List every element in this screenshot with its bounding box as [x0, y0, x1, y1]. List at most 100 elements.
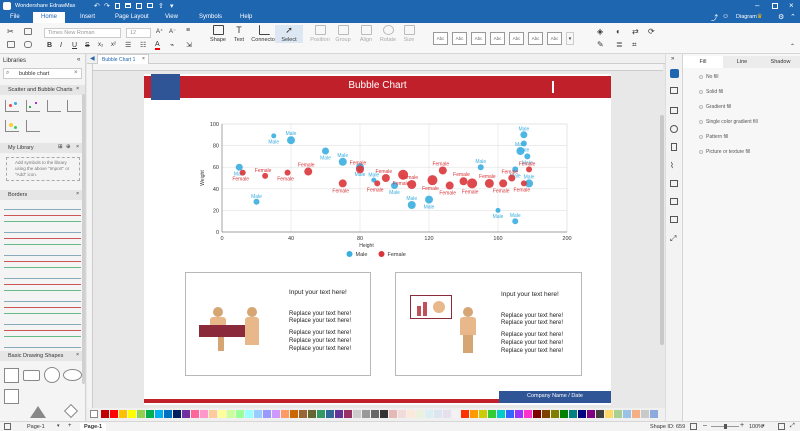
- palette-swatch[interactable]: [263, 410, 271, 418]
- section-close-icon[interactable]: ×: [76, 86, 79, 92]
- presentation-icon[interactable]: [670, 216, 678, 223]
- styles-scroll-icon[interactable]: ▾: [566, 32, 574, 45]
- palette-swatch[interactable]: [218, 410, 226, 418]
- shape-circle[interactable]: [44, 367, 60, 383]
- section-scatter-bubble[interactable]: Scatter and Bubble Charts ×: [0, 85, 85, 95]
- section-close-icon[interactable]: ×: [76, 144, 79, 150]
- fill-option-single-gradient[interactable]: Single color gradient fill: [699, 119, 758, 125]
- fit-page-icon[interactable]: [690, 423, 697, 430]
- style-icon[interactable]: [670, 125, 678, 133]
- card2-line-2[interactable]: Replace your text here!: [501, 320, 563, 326]
- zoom-in-icon[interactable]: +: [740, 422, 744, 429]
- format-painter-icon[interactable]: [24, 41, 32, 48]
- style-sample-3[interactable]: Abc: [471, 32, 486, 45]
- palette-swatch[interactable]: [380, 410, 388, 418]
- font-family-select[interactable]: Times New Roman: [44, 28, 121, 38]
- line-style-icon[interactable]: ≣: [616, 40, 623, 49]
- export-icon[interactable]: ⇪: [158, 2, 164, 10]
- more-icon[interactable]: ▾: [170, 2, 174, 10]
- shape-rounded-rect[interactable]: [23, 370, 40, 381]
- list-icon[interactable]: ☰: [125, 41, 131, 49]
- strikethrough-icon[interactable]: S: [85, 42, 90, 49]
- canvas-vertical-scrollbar[interactable]: [660, 115, 664, 345]
- palette-swatch[interactable]: [362, 410, 370, 418]
- settings-icon[interactable]: ⚙: [778, 13, 784, 21]
- palette-swatch[interactable]: [443, 410, 451, 418]
- fullscreen-icon[interactable]: ⤢: [670, 234, 676, 244]
- footer-text[interactable]: Company Name / Date: [499, 393, 611, 399]
- save-icon[interactable]: [136, 3, 142, 9]
- tab-line[interactable]: Line: [723, 56, 761, 68]
- text-card-2[interactable]: Input your text here! Replace your text …: [395, 272, 582, 376]
- palette-swatch[interactable]: [524, 410, 532, 418]
- card1-line-1[interactable]: Replace your text here!: [289, 311, 351, 317]
- user-icon[interactable]: ☺: [722, 13, 729, 20]
- section-basic-shapes[interactable]: Basic Drawing Shapes ×: [0, 351, 85, 361]
- palette-swatch[interactable]: [416, 410, 424, 418]
- paste-icon[interactable]: [7, 41, 15, 48]
- palette-swatch[interactable]: [155, 410, 163, 418]
- ribbon-collapse-icon[interactable]: ⌃: [790, 43, 795, 50]
- section-my-library[interactable]: My Library ⊞ ⊕ ×: [0, 143, 85, 153]
- palette-swatch[interactable]: [389, 410, 397, 418]
- zoom-thumb[interactable]: [724, 424, 727, 429]
- palette-swatch[interactable]: [506, 410, 514, 418]
- numbered-list-icon[interactable]: ☷: [140, 41, 146, 49]
- scatter-thumb-6[interactable]: [26, 120, 40, 132]
- zoom-out-icon[interactable]: –: [703, 422, 707, 429]
- palette-swatch[interactable]: [641, 410, 649, 418]
- palette-swatch[interactable]: [281, 410, 289, 418]
- fill-option-picture[interactable]: Picture or texture fill: [699, 149, 750, 155]
- palette-swatch[interactable]: [209, 410, 217, 418]
- fill-option-pattern[interactable]: Pattern fill: [699, 134, 728, 140]
- palette-swatch[interactable]: [146, 410, 154, 418]
- tab-shadow[interactable]: Shadow: [761, 56, 800, 68]
- close-button[interactable]: ×: [789, 1, 794, 10]
- palette-swatch[interactable]: [461, 410, 469, 418]
- tabs-menu-icon[interactable]: ◀: [90, 55, 95, 62]
- fill-option-solid[interactable]: Solid fill: [699, 89, 723, 95]
- select-tool[interactable]: ➚ Select: [275, 25, 303, 43]
- shape-rect-2[interactable]: [4, 389, 19, 404]
- undo-icon[interactable]: ↶: [94, 2, 100, 10]
- palette-swatch[interactable]: [299, 410, 307, 418]
- scatter-thumb-2[interactable]: [26, 100, 40, 112]
- shape-square[interactable]: [4, 368, 19, 383]
- page-layout-icon[interactable]: [4, 423, 11, 430]
- palette-swatch[interactable]: [515, 410, 523, 418]
- palette-swatch[interactable]: [605, 410, 613, 418]
- palette-swatch[interactable]: [245, 410, 253, 418]
- style-sample-4[interactable]: Abc: [490, 32, 505, 45]
- decrease-font-icon[interactable]: A⁻: [169, 28, 176, 35]
- palette-swatch[interactable]: [191, 410, 199, 418]
- fill-option-none[interactable]: No fill: [699, 74, 719, 80]
- new-icon[interactable]: [115, 3, 120, 9]
- add-icon[interactable]: ⊕: [66, 144, 71, 150]
- card1-line-3[interactable]: Replace your text here!: [289, 330, 351, 336]
- data-icon[interactable]: [670, 198, 678, 205]
- fullscreen-view-icon[interactable]: [778, 423, 785, 430]
- menu-symbols[interactable]: Symbols: [199, 14, 222, 20]
- menu-help[interactable]: Help: [240, 14, 252, 20]
- replace-icon[interactable]: ⟳: [648, 27, 655, 36]
- tab-fill[interactable]: Fill: [683, 56, 723, 68]
- palette-swatch[interactable]: [254, 410, 262, 418]
- zoom-dropdown-icon[interactable]: ▾: [762, 423, 765, 429]
- palette-swatch[interactable]: [533, 410, 541, 418]
- style-sample-5[interactable]: Abc: [509, 32, 524, 45]
- palette-swatch[interactable]: [488, 410, 496, 418]
- menu-page-layout[interactable]: Page Layout: [115, 14, 149, 20]
- bubble-chart[interactable]: 0 20 40 60 80 100 0 40 80 120 160 200 Height Weight Ma…: [194, 114, 574, 264]
- palette-swatch[interactable]: [236, 410, 244, 418]
- palette-swatch[interactable]: [614, 410, 622, 418]
- document-tab-close-icon[interactable]: ×: [142, 56, 145, 62]
- panel-collapse-icon[interactable]: «: [77, 57, 80, 63]
- shape-triangle[interactable]: [30, 406, 46, 418]
- text-direction-icon[interactable]: ⇲: [186, 41, 192, 49]
- palette-swatch[interactable]: [308, 410, 316, 418]
- card2-heading[interactable]: Input your text here!: [501, 291, 559, 298]
- document-tab[interactable]: Bubble Chart 1 ×: [97, 54, 149, 64]
- page-dropdown-chevron-icon[interactable]: ▾: [57, 423, 60, 429]
- palette-swatch[interactable]: [119, 410, 127, 418]
- align-icon[interactable]: ≡: [186, 27, 190, 34]
